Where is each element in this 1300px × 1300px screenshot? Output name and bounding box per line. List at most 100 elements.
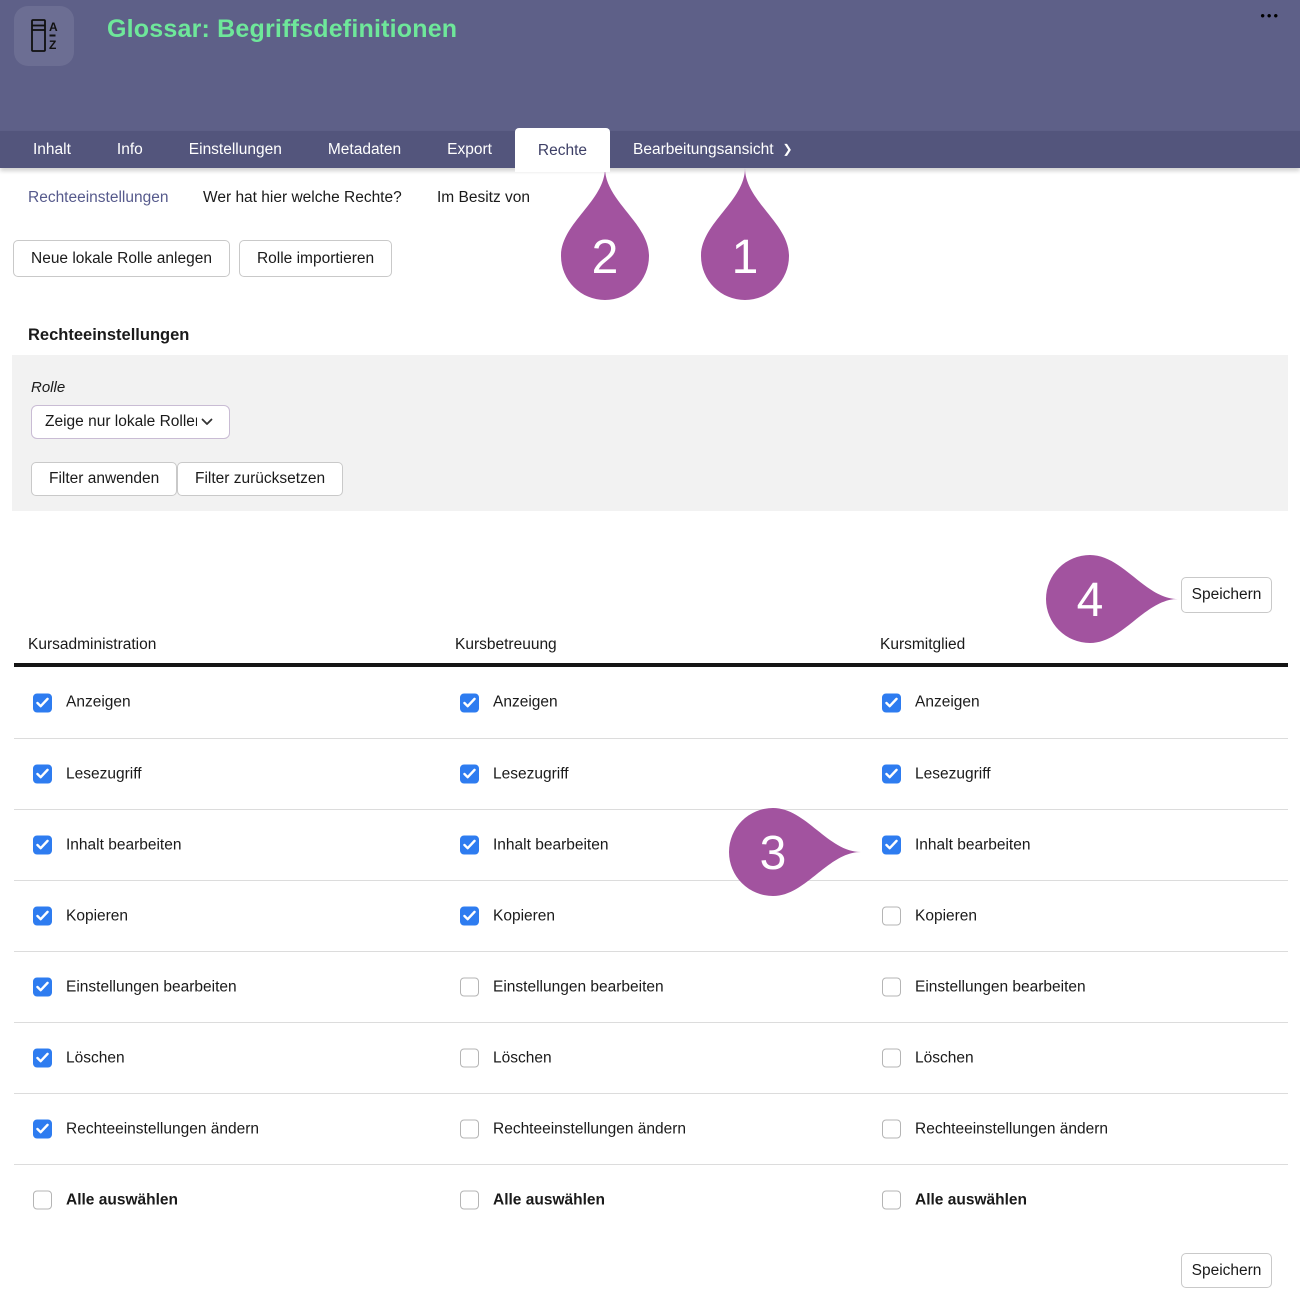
tab-einstellungen[interactable]: Einstellungen <box>166 131 305 168</box>
permission-cell[interactable]: Löschen <box>33 1049 125 1068</box>
checkbox[interactable] <box>33 693 52 712</box>
permission-label: Löschen <box>66 1049 125 1067</box>
permission-cell[interactable]: Anzeigen <box>460 693 558 712</box>
permission-cell[interactable]: Anzeigen <box>33 693 131 712</box>
checkbox[interactable] <box>33 765 52 784</box>
checkbox[interactable] <box>460 836 479 855</box>
subtab-wer-hat-rechte[interactable]: Wer hat hier welche Rechte? <box>203 189 402 207</box>
permission-label: Löschen <box>493 1049 552 1067</box>
checkbox[interactable] <box>882 978 901 997</box>
page-header: A Z Glossar: Begriffsdefinitionen ••• <box>0 0 1300 131</box>
checkbox[interactable] <box>33 978 52 997</box>
annotation-marker-1: 1 <box>701 168 789 300</box>
tab-rechte[interactable]: Rechte <box>515 128 610 172</box>
permission-cell[interactable]: Kopieren <box>460 907 555 926</box>
permission-cell[interactable]: Löschen <box>882 1049 974 1068</box>
checkbox[interactable] <box>33 1120 52 1139</box>
checkbox[interactable] <box>460 978 479 997</box>
svg-text:Z: Z <box>49 38 56 52</box>
filter-reset-button[interactable]: Filter zurücksetzen <box>177 462 343 496</box>
checkbox[interactable] <box>882 1120 901 1139</box>
permission-cell[interactable]: Einstellungen bearbeiten <box>882 978 1086 997</box>
permission-label: Inhalt bearbeiten <box>915 836 1030 854</box>
checkbox[interactable] <box>33 907 52 926</box>
permission-label: Kopieren <box>493 907 555 925</box>
annotation-number-2: 2 <box>592 231 619 284</box>
permission-cell[interactable]: Lesezugriff <box>882 765 991 784</box>
tab-inhalt[interactable]: Inhalt <box>10 131 94 168</box>
permission-cell[interactable]: Anzeigen <box>882 693 980 712</box>
permission-cell[interactable]: Lesezugriff <box>33 765 142 784</box>
filter-panel: Rolle Zeige nur lokale Rollen Filter anw… <box>12 355 1288 511</box>
checkbox[interactable] <box>460 907 479 926</box>
checkbox[interactable] <box>882 1049 901 1068</box>
checkbox[interactable] <box>460 1191 479 1210</box>
save-button-top[interactable]: Speichern <box>1181 577 1272 613</box>
annotation-number-4: 4 <box>1077 574 1104 627</box>
select-all-cell[interactable]: Alle auswählen <box>460 1191 605 1210</box>
permission-label: Löschen <box>915 1049 974 1067</box>
checkbox[interactable] <box>460 1120 479 1139</box>
checkbox[interactable] <box>33 1191 52 1210</box>
tab-bearbeitungsansicht-label: Bearbeitungsansicht <box>633 141 773 158</box>
permission-cell[interactable]: Löschen <box>460 1049 552 1068</box>
svg-text:A: A <box>49 20 58 34</box>
table-row: Kopieren Kopieren Kopieren <box>14 880 1288 951</box>
tab-export[interactable]: Export <box>424 131 515 168</box>
permission-cell[interactable]: Rechteeinstellungen ändern <box>460 1120 686 1139</box>
permission-cell[interactable]: Rechteeinstellungen ändern <box>33 1120 259 1139</box>
table-row: Einstellungen bearbeiten Einstellungen b… <box>14 951 1288 1022</box>
permissions-table-header: Kursadministration Kursbetreuung Kursmit… <box>14 630 1288 663</box>
permission-cell[interactable]: Inhalt bearbeiten <box>33 836 181 855</box>
permission-label: Einstellungen bearbeiten <box>915 978 1086 996</box>
checkbox[interactable] <box>33 1049 52 1068</box>
checkbox[interactable] <box>882 907 901 926</box>
table-row: Rechteeinstellungen ändern Rechteeinstel… <box>14 1093 1288 1164</box>
tab-bearbeitungsansicht[interactable]: Bearbeitungsansicht❯ <box>610 131 816 169</box>
permission-cell[interactable]: Inhalt bearbeiten <box>460 836 608 855</box>
new-local-role-button[interactable]: Neue lokale Rolle anlegen <box>13 240 230 277</box>
overflow-menu-icon[interactable]: ••• <box>1260 8 1280 23</box>
save-button-bottom[interactable]: Speichern <box>1181 1253 1272 1288</box>
permission-label: Einstellungen bearbeiten <box>66 978 237 996</box>
checkbox[interactable] <box>882 836 901 855</box>
import-role-button[interactable]: Rolle importieren <box>239 240 392 277</box>
permission-label: Lesezugriff <box>915 765 991 783</box>
permission-cell[interactable]: Inhalt bearbeiten <box>882 836 1030 855</box>
permission-cell[interactable]: Einstellungen bearbeiten <box>33 978 237 997</box>
permission-cell[interactable]: Kopieren <box>882 907 977 926</box>
column-header-kursadministration: Kursadministration <box>28 636 156 654</box>
checkbox[interactable] <box>882 1191 901 1210</box>
rights-settings-heading: Rechteeinstellungen <box>28 326 189 345</box>
permission-cell[interactable]: Kopieren <box>33 907 128 926</box>
checkbox[interactable] <box>33 836 52 855</box>
tab-metadaten[interactable]: Metadaten <box>305 131 424 168</box>
annotation-number-1: 1 <box>732 231 759 284</box>
permission-label: Lesezugriff <box>493 765 569 783</box>
select-all-cell[interactable]: Alle auswählen <box>882 1191 1027 1210</box>
checkbox[interactable] <box>460 765 479 784</box>
subtab-im-besitz-von[interactable]: Im Besitz von <box>437 189 530 207</box>
permission-label: Inhalt bearbeiten <box>66 836 181 854</box>
glossary-rights-page: A Z Glossar: Begriffsdefinitionen ••• In… <box>0 0 1300 1300</box>
role-actions: Neue lokale Rolle anlegen Rolle importie… <box>13 240 392 277</box>
page-title: Glossar: Begriffsdefinitionen <box>107 15 457 44</box>
checkbox[interactable] <box>460 693 479 712</box>
permission-cell[interactable]: Lesezugriff <box>460 765 569 784</box>
permission-label: Kopieren <box>915 907 977 925</box>
checkbox[interactable] <box>460 1049 479 1068</box>
tab-info[interactable]: Info <box>94 131 166 168</box>
permission-cell[interactable]: Rechteeinstellungen ändern <box>882 1120 1108 1139</box>
filter-apply-button[interactable]: Filter anwenden <box>31 462 177 496</box>
table-row: Inhalt bearbeiten Inhalt bearbeiten Inha… <box>14 809 1288 880</box>
role-filter-select[interactable]: Zeige nur lokale Rollen <box>31 405 230 439</box>
permissions-table: Kursadministration Kursbetreuung Kursmit… <box>14 630 1288 1235</box>
checkbox[interactable] <box>882 765 901 784</box>
permission-cell[interactable]: Einstellungen bearbeiten <box>460 978 664 997</box>
subtab-rechteeinstellungen[interactable]: Rechteeinstellungen <box>28 189 168 207</box>
select-all-label: Alle auswählen <box>493 1191 605 1209</box>
table-row: Lesezugriff Lesezugriff Lesezugriff <box>14 738 1288 809</box>
checkbox[interactable] <box>882 693 901 712</box>
main-tabbar: Inhalt Info Einstellungen Metadaten Expo… <box>0 131 1300 168</box>
select-all-cell[interactable]: Alle auswählen <box>33 1191 178 1210</box>
